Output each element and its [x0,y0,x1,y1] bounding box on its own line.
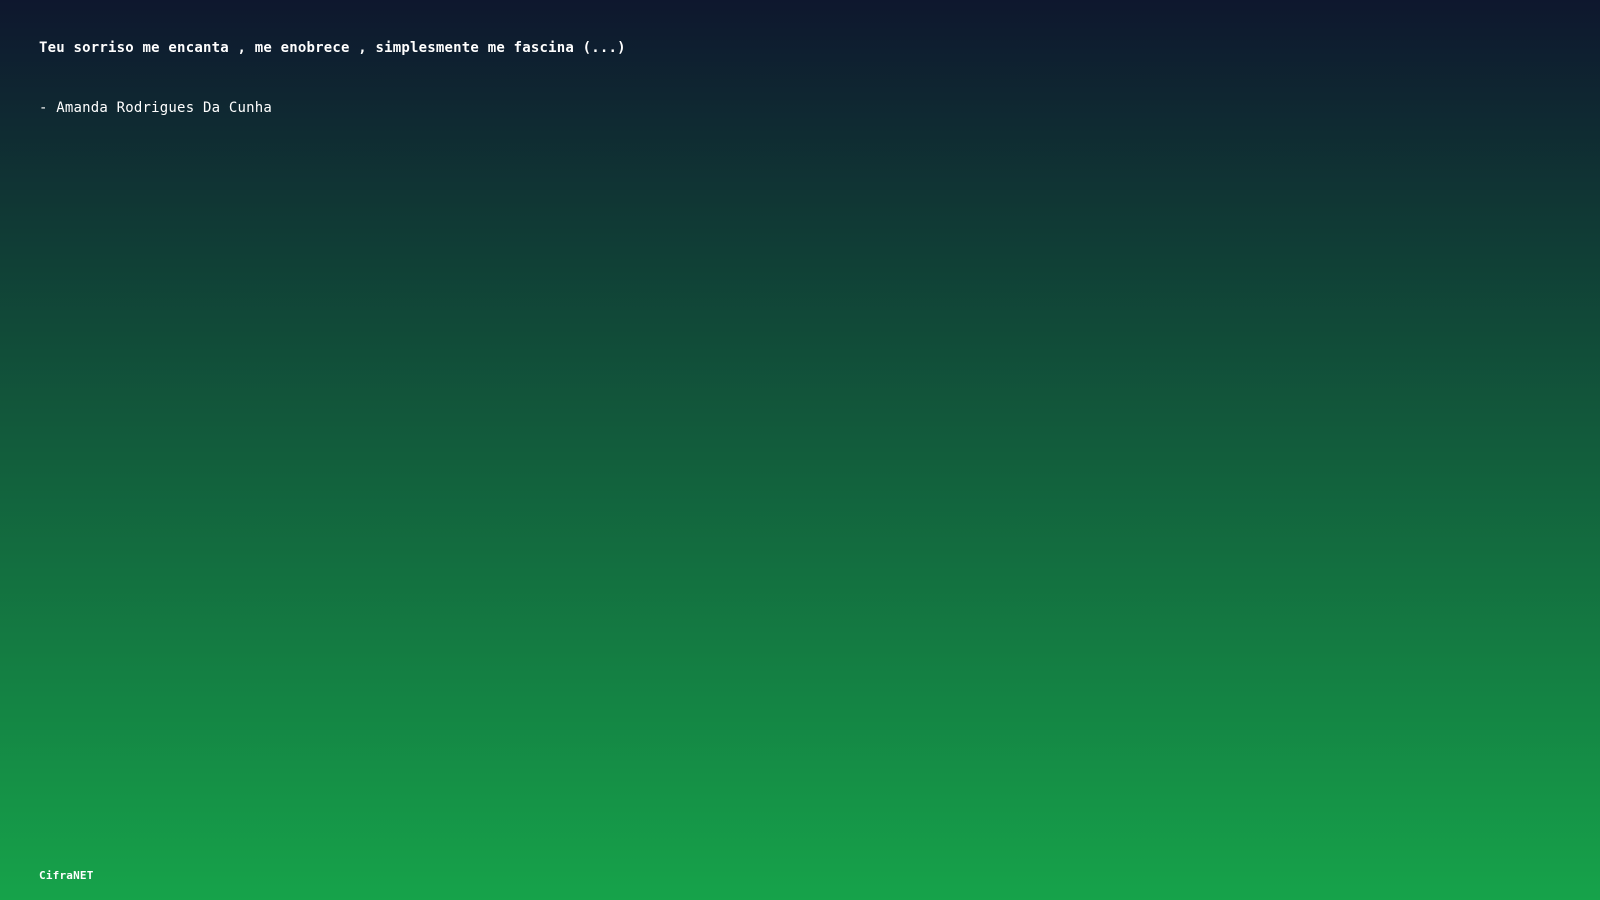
quote-author: - Amanda Rodrigues Da Cunha [39,100,272,116]
brand-logo-text[interactable]: CifraNET [39,869,94,883]
quote-text: Teu sorriso me encanta , me enobrece , s… [39,40,626,56]
quote-block: Teu sorriso me encanta , me enobrece , s… [39,38,1139,118]
gradient-background [0,0,1600,900]
